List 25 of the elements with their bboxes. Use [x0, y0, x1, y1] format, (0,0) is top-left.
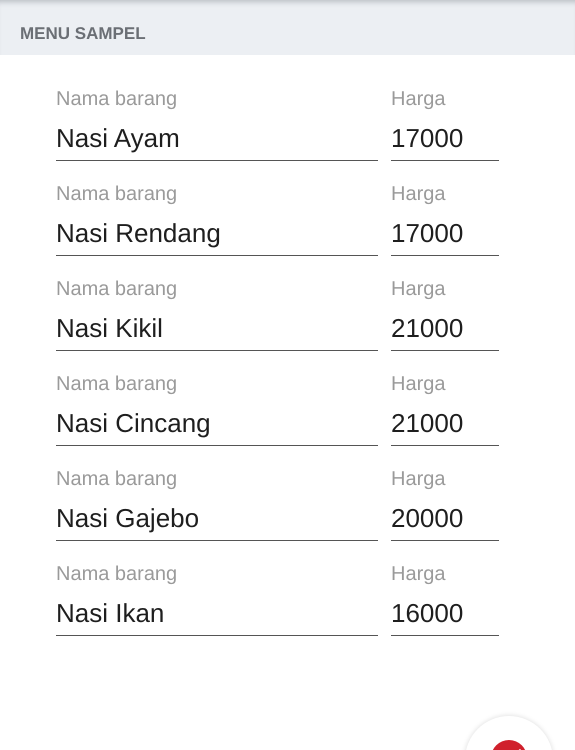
input-field[interactable]: 21000 [391, 400, 499, 446]
input-field[interactable]: 21000 [391, 305, 499, 351]
section-title: MENU SAMPEL [20, 24, 146, 44]
field-label: Nama barang [56, 562, 178, 586]
input-field[interactable]: Nasi Ikan [56, 590, 378, 636]
input-field[interactable]: Nasi Kikil [56, 305, 378, 351]
field-label: Nama barang [56, 277, 178, 301]
input-field[interactable]: Nasi Ayam [56, 115, 378, 161]
input-field[interactable]: 16000 [391, 590, 499, 636]
field-label: Harga [391, 562, 446, 586]
field-label: Harga [391, 87, 446, 111]
field-label: Harga [391, 277, 446, 301]
input-field[interactable]: Nasi Rendang [56, 210, 378, 256]
input-field[interactable]: Nasi Gajebo [56, 495, 378, 541]
field-label: Harga [391, 467, 446, 491]
field-label: Nama barang [56, 182, 178, 206]
field-label: Nama barang [56, 87, 178, 111]
field-label: Harga [391, 372, 446, 396]
input-field[interactable]: 17000 [391, 115, 499, 161]
field-label: Harga [391, 182, 446, 206]
input-field[interactable]: Nasi Cincang [56, 400, 378, 446]
input-field[interactable]: 17000 [391, 210, 499, 256]
input-field[interactable]: 20000 [391, 495, 499, 541]
field-label: Nama barang [56, 372, 178, 396]
field-label: Nama barang [56, 467, 178, 491]
